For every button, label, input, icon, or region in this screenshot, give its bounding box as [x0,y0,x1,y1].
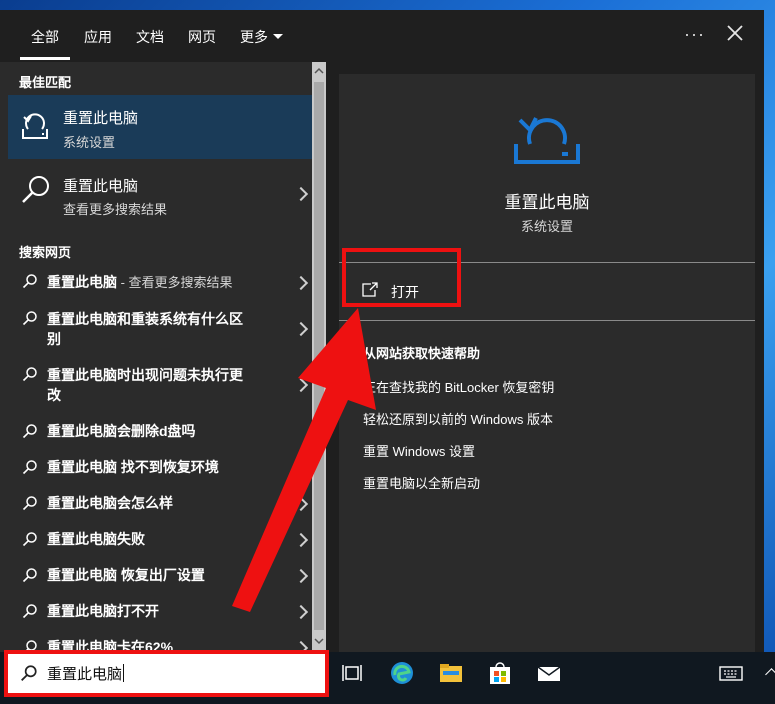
web-result-text: 重置此电脑 找不到恢复环境 [47,459,219,475]
best-match-title: 重置此电脑 [63,110,139,127]
web-result-text: 重置此电脑 恢复出厂设置 [47,567,205,583]
help-link[interactable]: 正在查找我的 BitLocker 恢复密钥 [363,377,554,396]
chevron-right-icon[interactable] [293,275,309,291]
web-result-text-line2: 别 [47,331,61,347]
help-link[interactable]: 重置电脑以全新启动 [363,473,480,492]
close-icon[interactable] [724,22,746,44]
web-result-item[interactable]: 重置此电脑卡在62% [8,630,312,652]
best-match-subtitle: 系统设置 [63,135,116,150]
web-result-text-line2: 改 [47,387,61,403]
search-icon [22,460,37,475]
more-options-icon[interactable]: ··· [684,24,705,45]
search-window: 全部 应用 文档 网页 更多 ··· 最佳匹配 重置此电脑 系统设置 重置此电脑… [0,10,764,652]
web-search-header: 搜索网页 [19,245,72,260]
annotation-arrow [232,308,376,612]
search-icon [22,311,37,326]
divider [339,320,755,321]
search-icon [22,176,49,203]
tab-more[interactable]: 更多 [240,27,268,47]
web-result-item[interactable]: 重置此电脑 - 查看更多搜索结果 [8,264,312,298]
best-match-header: 最佳匹配 [19,75,72,90]
task-view-icon[interactable] [340,660,366,686]
more-results-item[interactable]: 重置此电脑 查看更多搜索结果 [8,167,312,221]
web-result-text: 重置此电脑会删除d盘吗 [47,423,196,439]
best-match-item[interactable]: 重置此电脑 系统设置 [8,95,312,159]
reset-pc-icon [514,117,580,164]
web-result-text: 重置此电脑时出现问题未执行更 [47,367,243,383]
web-result-text: 重置此电脑 [47,274,117,290]
tab-all[interactable]: 全部 [31,27,59,47]
scroll-up-icon[interactable] [312,64,326,78]
detail-title: 重置此电脑 [504,193,590,212]
search-icon [22,496,37,511]
web-result-text: 重置此电脑打不开 [47,603,159,619]
tab-web[interactable]: 网页 [188,27,216,47]
search-icon [22,424,37,439]
tab-apps[interactable]: 应用 [84,27,112,47]
search-icon [22,604,37,619]
more-results-title: 重置此电脑 [63,178,139,195]
search-icon [22,532,37,547]
file-explorer-icon[interactable] [438,660,464,686]
tab-bar: 全部 应用 文档 网页 更多 ··· [0,10,764,62]
web-result-text: 重置此电脑失败 [47,531,145,547]
help-link[interactable]: 轻松还原到以前的 Windows 版本 [363,409,553,428]
active-tab-indicator [20,57,70,60]
annotation-box-search [4,650,329,697]
search-icon [22,367,37,382]
reset-pc-icon [22,113,48,139]
web-result-text: 重置此电脑会怎么样 [47,495,173,511]
edge-icon[interactable] [389,660,415,686]
search-icon [22,274,37,289]
keyboard-icon[interactable] [718,660,744,686]
chevron-right-icon[interactable] [293,186,309,202]
chevron-down-icon[interactable] [273,34,283,39]
web-result-text: 重置此电脑和重装系统有什么区 [47,311,243,327]
search-icon [22,568,37,583]
web-result-suffix: - 查看更多搜索结果 [117,275,233,290]
help-header: 从网站获取快速帮助 [363,346,481,361]
tab-documents[interactable]: 文档 [136,27,164,47]
detail-subtitle: 系统设置 [520,219,573,234]
more-results-subtitle: 查看更多搜索结果 [63,202,168,217]
scroll-down-icon[interactable] [312,634,326,648]
annotation-box-open [342,248,461,307]
store-icon[interactable] [487,660,513,686]
mail-icon[interactable] [536,660,562,686]
detail-pane: 重置此电脑 系统设置 打开 从网站获取快速帮助 正在查找我的 BitLocker… [339,74,755,652]
